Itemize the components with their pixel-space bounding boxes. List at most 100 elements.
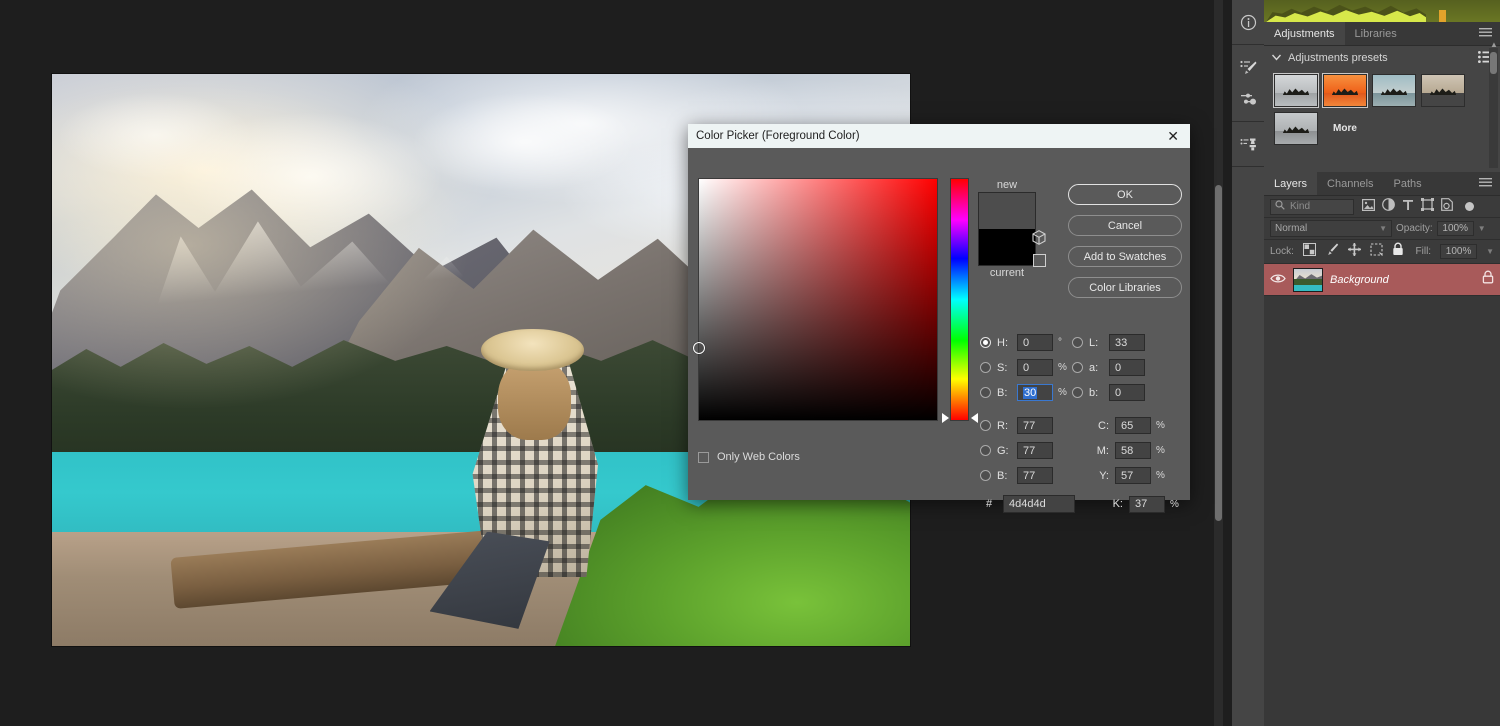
- layers-panel-menu-icon[interactable]: [1471, 172, 1500, 195]
- only-web-colors-row[interactable]: Only Web Colors: [698, 451, 800, 463]
- input-m[interactable]: 58: [1115, 442, 1151, 459]
- dialog-buttons: OK Cancel Add to Swatches Color Librarie…: [1068, 184, 1182, 298]
- layers-filter-row: Kind: [1264, 196, 1500, 218]
- radio-h[interactable]: [980, 337, 991, 348]
- color-libraries-button[interactable]: Color Libraries: [1068, 277, 1182, 298]
- filter-smart-object-icon[interactable]: [1441, 197, 1453, 216]
- layer-kind-select[interactable]: Kind: [1270, 198, 1354, 215]
- web-safe-cube-icon[interactable]: [1032, 230, 1046, 250]
- lock-image-icon[interactable]: [1325, 242, 1339, 261]
- add-to-swatches-button[interactable]: Add to Swatches: [1068, 246, 1182, 267]
- chevron-down-icon[interactable]: [1271, 52, 1282, 64]
- preset-thumb[interactable]: [1274, 112, 1318, 145]
- canvas-vertical-scrollbar[interactable]: [1214, 0, 1223, 726]
- filter-shape-icon[interactable]: [1421, 197, 1434, 216]
- photo-person-hat: [481, 328, 584, 372]
- unit-c: %: [1156, 420, 1165, 431]
- input-g[interactable]: 77: [1017, 442, 1053, 459]
- field-row-hex: # 4d4d4d K: 37 %: [980, 491, 1185, 517]
- radio-b-blue[interactable]: [980, 470, 991, 481]
- hue-slider[interactable]: [950, 178, 969, 421]
- input-c[interactable]: 65: [1115, 417, 1151, 434]
- hue-slider-marker-left[interactable]: [942, 413, 949, 423]
- current-color-swatch[interactable]: [978, 229, 1036, 266]
- scrollbar-thumb[interactable]: [1215, 185, 1222, 521]
- hue-slider-marker-right[interactable]: [971, 413, 978, 423]
- filter-pixel-icon[interactable]: [1362, 198, 1376, 216]
- opacity-input[interactable]: 100%: [1436, 221, 1474, 236]
- filter-adjustment-icon[interactable]: [1382, 197, 1395, 216]
- input-a[interactable]: 0: [1109, 359, 1145, 376]
- fill-input[interactable]: 100%: [1440, 244, 1478, 259]
- color-value-fields: H: 0 ° L: 33 S: 0 % a: 0 B: 30 % b: 0 R:…: [980, 330, 1185, 517]
- input-hex[interactable]: 4d4d4d: [1003, 495, 1075, 513]
- presets-more-button[interactable]: More: [1323, 112, 1367, 145]
- fill-stepper-icon[interactable]: ▼: [1486, 247, 1494, 256]
- unit-k: %: [1170, 498, 1179, 510]
- dialog-title-bar[interactable]: Color Picker (Foreground Color) ✕: [688, 124, 1190, 148]
- preset-thumb[interactable]: [1421, 74, 1465, 107]
- blend-mode-select[interactable]: Normal ▼: [1270, 220, 1392, 237]
- tab-channels[interactable]: Channels: [1317, 172, 1384, 195]
- radio-s[interactable]: [980, 362, 991, 373]
- tab-layers[interactable]: Layers: [1264, 172, 1318, 195]
- input-h[interactable]: 0: [1017, 334, 1053, 351]
- input-b-brightness[interactable]: 30: [1017, 384, 1053, 401]
- input-k[interactable]: 37: [1129, 495, 1165, 513]
- radio-b-brightness[interactable]: [980, 387, 991, 398]
- preset-thumb[interactable]: [1322, 73, 1368, 108]
- scroll-up-arrow-icon[interactable]: ▲: [1490, 40, 1498, 49]
- cancel-button[interactable]: Cancel: [1068, 215, 1182, 236]
- radio-r[interactable]: [980, 420, 991, 431]
- radio-l[interactable]: [1072, 337, 1083, 348]
- radio-g[interactable]: [980, 445, 991, 456]
- histogram-panel-strip[interactable]: [1264, 0, 1500, 22]
- tab-paths[interactable]: Paths: [1383, 172, 1432, 195]
- table-row[interactable]: Background: [1264, 264, 1500, 296]
- input-y[interactable]: 57: [1115, 467, 1151, 484]
- input-r[interactable]: 77: [1017, 417, 1053, 434]
- eye-icon[interactable]: [1270, 271, 1286, 289]
- adjustments-presets-header[interactable]: Adjustments presets: [1264, 46, 1500, 70]
- lock-transparency-icon[interactable]: [1302, 242, 1316, 261]
- label-r: R:: [997, 419, 1008, 432]
- preset-thumb[interactable]: [1273, 73, 1319, 108]
- layer-thumbnail[interactable]: [1293, 267, 1323, 292]
- color-field-cursor[interactable]: [693, 342, 705, 354]
- preset-thumb[interactable]: [1372, 74, 1416, 107]
- close-icon[interactable]: ✕: [1164, 129, 1182, 143]
- brushes-icon[interactable]: [1232, 83, 1264, 115]
- saturation-brightness-field[interactable]: [693, 178, 938, 421]
- info-icon[interactable]: [1232, 6, 1264, 38]
- input-b-lab[interactable]: 0: [1109, 384, 1145, 401]
- ok-button[interactable]: OK: [1068, 184, 1182, 205]
- only-web-colors-checkbox[interactable]: [698, 451, 709, 463]
- clone-source-icon[interactable]: [1232, 128, 1264, 160]
- input-l[interactable]: 33: [1109, 334, 1145, 351]
- filter-type-icon[interactable]: [1402, 198, 1414, 216]
- field-row-b-brightness: B: 30 % b: 0: [980, 380, 1185, 405]
- label-g: G:: [997, 444, 1009, 457]
- input-b-blue[interactable]: 77: [1017, 467, 1053, 484]
- color-picker-dialog[interactable]: Color Picker (Foreground Color) ✕ Only W…: [688, 124, 1190, 513]
- lock-artboard-icon[interactable]: [1370, 242, 1383, 261]
- layer-name-label[interactable]: Background: [1330, 274, 1389, 286]
- lock-position-icon[interactable]: [1347, 242, 1361, 261]
- filter-enable-toggle[interactable]: [1465, 202, 1474, 211]
- lock-all-icon[interactable]: [1392, 242, 1404, 261]
- lock-icon[interactable]: [1482, 270, 1494, 289]
- tab-libraries[interactable]: Libraries: [1344, 22, 1407, 45]
- input-s[interactable]: 0: [1017, 359, 1053, 376]
- color-chip-icon[interactable]: [1032, 254, 1046, 267]
- radio-b-lab[interactable]: [1072, 387, 1083, 398]
- histogram-clip-spike: [1439, 10, 1446, 22]
- scrollbar-thumb[interactable]: [1490, 52, 1497, 74]
- adjustments-scrollbar[interactable]: ▲: [1489, 40, 1498, 168]
- layer-kind-value: Kind: [1290, 201, 1311, 212]
- opacity-stepper-icon[interactable]: ▼: [1478, 224, 1486, 233]
- panel-icon-rail: [1232, 0, 1264, 726]
- brush-settings-icon[interactable]: [1232, 51, 1264, 83]
- radio-a[interactable]: [1072, 362, 1083, 373]
- tab-adjustments[interactable]: Adjustments: [1264, 22, 1345, 45]
- new-color-swatch[interactable]: [978, 192, 1036, 229]
